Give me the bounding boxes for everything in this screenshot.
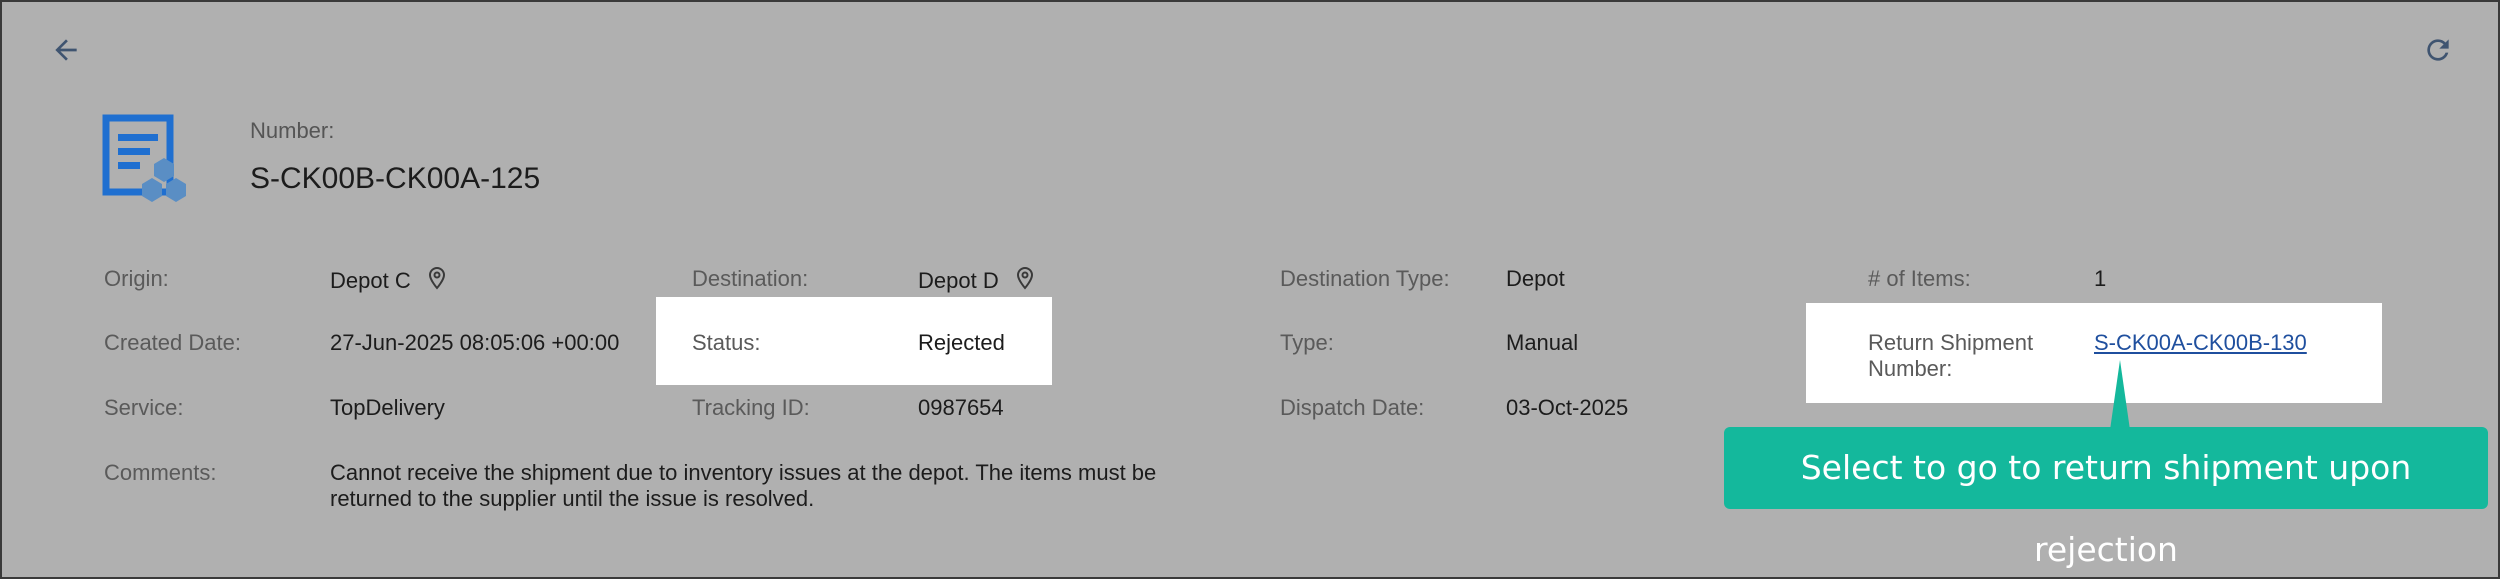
created-date-label: Created Date: [104,330,241,355]
shipment-number: S-CK00B-CK00A-125 [250,162,541,195]
origin-value: Depot C [330,266,447,294]
location-pin-icon[interactable] [1015,266,1035,290]
dispatch-date-value: 03-Oct-2025 [1506,395,1629,420]
comments-value: Cannot receive the shipment due to inven… [330,460,1157,511]
arrow-left-icon [55,39,77,61]
type-label: Type: [1280,330,1334,355]
created-date-value: 27-Jun-2025 08:05:06 +00:00 [330,330,620,355]
refresh-button[interactable] [2414,26,2462,74]
destination-value: Depot D [918,266,1035,294]
status-label: Status: [692,330,761,355]
callout-pointer [2110,360,2130,430]
dispatch-date-label: Dispatch Date: [1280,395,1425,420]
service-label: Service: [104,395,184,420]
shipment-detail-panel: Number: S-CK00B-CK00A-125 Origin: Depot … [0,0,2500,579]
status-value: Rejected [918,330,1005,355]
annotation-callout: Select to go to return shipment upon rej… [1724,427,2488,569]
destination-type-value: Depot [1506,266,1565,291]
location-pin-icon[interactable] [427,266,447,290]
origin-label: Origin: [104,266,169,291]
refresh-icon [2427,39,2449,61]
shipment-document-icon [102,114,198,206]
destination-text: Depot D [918,268,999,293]
tracking-id-label: Tracking ID: [692,395,810,420]
service-value: TopDelivery [330,395,445,420]
back-button[interactable] [42,26,90,74]
number-label: Number: [250,118,335,143]
type-value: Manual [1506,330,1579,355]
tracking-id-value: 0987654 [918,395,1004,420]
return-shipment-label: Return Shipment Number: [1868,330,2034,381]
comments-label: Comments: [104,460,217,485]
destination-label: Destination: [692,266,809,291]
items-count-label: # of Items: [1868,266,1971,291]
origin-text: Depot C [330,268,411,293]
destination-type-label: Destination Type: [1280,266,1450,291]
return-shipment-link[interactable]: S-CK00A-CK00B-130 [2094,330,2307,356]
items-count-value: 1 [2094,266,2107,291]
